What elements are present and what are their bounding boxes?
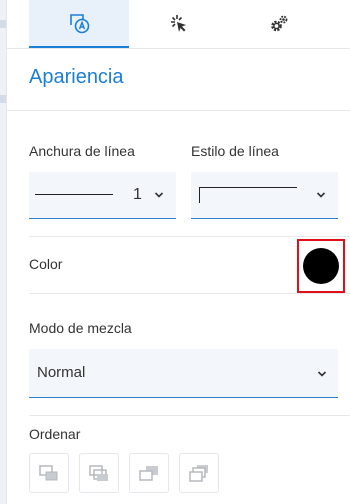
divider [7,110,350,111]
blend-mode-select[interactable]: Normal [29,349,338,398]
chevron-down-icon [154,192,164,198]
bring-forward-icon [89,465,108,481]
line-width-value: 1 [133,186,142,203]
color-picker-button[interactable] [297,239,345,293]
bring-forward-button[interactable] [79,453,119,493]
line-width-label: Anchura de línea [29,143,135,159]
send-to-back-icon [189,465,208,482]
section-title: Apariencia [29,66,124,88]
send-backward-button[interactable] [129,453,169,493]
tab-bar [29,0,350,48]
tab-interaction[interactable] [129,0,229,48]
send-to-back-button[interactable] [179,453,219,493]
color-label: Color [29,256,63,272]
properties-panel: Apariencia Anchura de línea 1 Estilo de … [6,0,350,504]
send-backward-icon [139,466,158,481]
line-width-select[interactable]: 1 [29,172,176,219]
chevron-down-icon [317,371,327,377]
shape-style-icon [70,14,90,34]
divider [7,48,350,49]
gears-icon [271,15,288,32]
line-width-preview [35,194,113,195]
line-style-preview [199,187,297,188]
cursor-click-icon [171,15,186,32]
divider [29,293,350,294]
tab-appearance[interactable] [29,0,129,48]
chevron-down-icon [316,192,326,198]
divider [29,236,350,237]
color-swatch [303,248,339,284]
tab-settings[interactable] [229,0,329,48]
bring-to-front-icon [39,465,58,481]
line-style-select[interactable] [191,172,338,219]
divider [29,415,350,416]
line-style-preview-edge [199,187,200,203]
order-label: Ordenar [29,426,81,442]
bring-to-front-button[interactable] [29,453,69,493]
blend-mode-label: Modo de mezcla [29,320,132,336]
line-style-label: Estilo de línea [191,143,279,159]
blend-mode-value: Normal [37,364,86,381]
